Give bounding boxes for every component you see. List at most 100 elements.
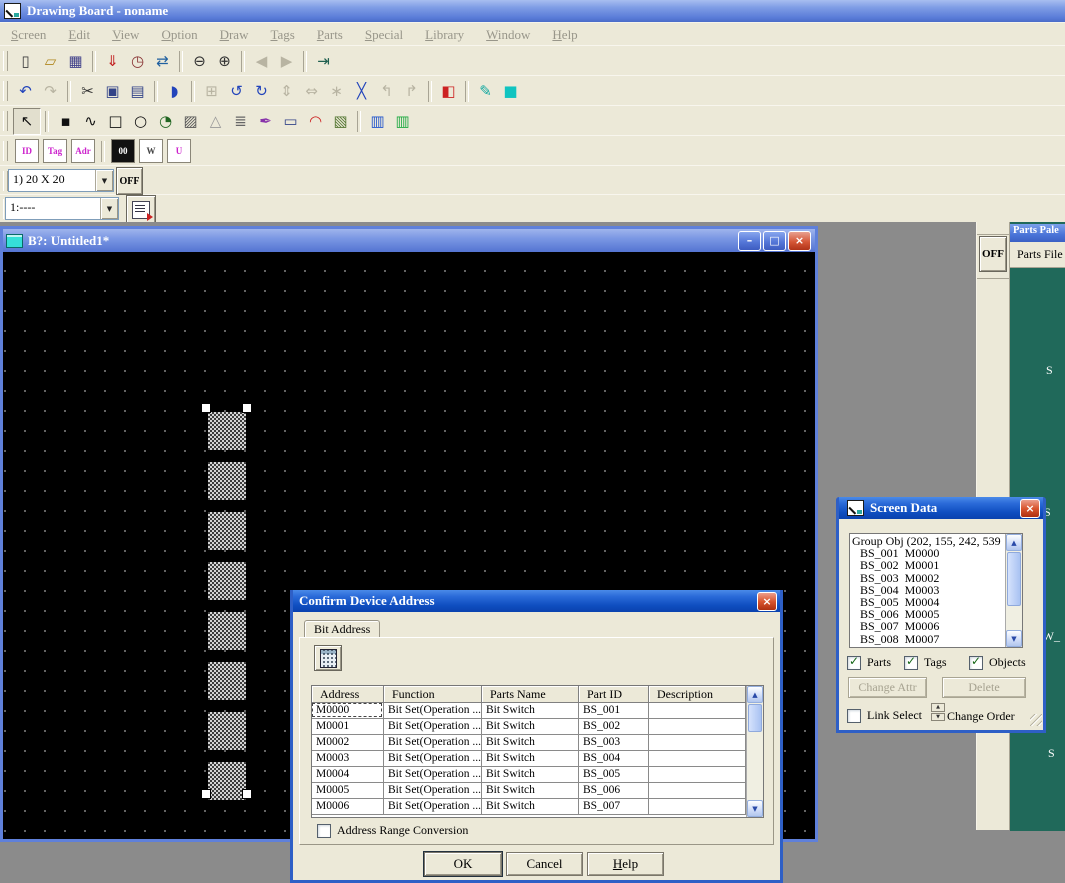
selection-handle[interactable] <box>242 403 252 413</box>
polyline-tool-button[interactable]: ∿ <box>78 109 103 133</box>
table-cell[interactable]: M0003 <box>312 751 384 767</box>
part-3d-switch-button[interactable]: ▥ <box>390 109 415 133</box>
ok-button[interactable]: OK <box>424 852 502 876</box>
chevron-down-icon[interactable]: ▼ <box>100 198 118 219</box>
paste-button[interactable]: ▤ <box>125 79 150 103</box>
link-select-checkbox[interactable] <box>847 709 861 723</box>
filter-objects[interactable]: Objects <box>969 655 1026 670</box>
address-range-conversion[interactable]: Address Range Conversion <box>317 823 468 838</box>
address-keypad-button[interactable] <box>314 645 342 671</box>
rotate-left-button[interactable]: ↺ <box>224 79 249 103</box>
tags-checkbox[interactable] <box>904 656 918 670</box>
menu-special[interactable]: Special <box>354 25 414 45</box>
shrink-button[interactable]: ∗ <box>324 79 349 103</box>
list-item[interactable]: BS_008 M0007 <box>850 633 1005 645</box>
list-item[interactable]: BS_007 M0006 <box>850 620 1005 632</box>
state-check-button[interactable]: ✎ <box>473 79 498 103</box>
table-cell[interactable]: Bit Switch <box>482 783 579 799</box>
scroll-up-icon[interactable]: ▲ <box>1006 534 1022 551</box>
menu-tags[interactable]: Tags <box>259 25 305 45</box>
palette-part-label[interactable]: S <box>1046 363 1053 378</box>
table-cell[interactable]: M0006 <box>312 799 384 815</box>
save-file-button[interactable]: ▦ <box>63 49 88 73</box>
table-row[interactable]: M0005Bit Set(Operation ...Bit SwitchBS_0… <box>312 783 746 799</box>
parts-file-header[interactable]: Parts File <box>1010 242 1065 268</box>
table-cell[interactable]: Bit Switch <box>482 703 579 719</box>
table-cell[interactable]: BS_003 <box>579 735 649 751</box>
selection-handle[interactable] <box>242 789 252 799</box>
palette-off-button[interactable]: OFF <box>979 236 1007 272</box>
table-cell[interactable]: M0002 <box>312 735 384 751</box>
text-box-tool-button[interactable]: ▭ <box>278 109 303 133</box>
list-item[interactable]: BS_003 M0002 <box>850 572 1005 584</box>
toolbar-gripper[interactable] <box>3 51 8 71</box>
bit-switch-part-bs_003[interactable] <box>208 512 246 550</box>
delete-button[interactable]: Delete <box>942 677 1026 698</box>
table-cell[interactable]: Bit Set(Operation ... <box>384 799 482 815</box>
objects-checkbox[interactable] <box>969 656 983 670</box>
menu-help[interactable]: Help <box>541 25 588 45</box>
resize-grip[interactable] <box>1030 714 1042 726</box>
toolbar-gripper[interactable] <box>3 81 8 101</box>
filter-tags[interactable]: Tags <box>904 655 947 670</box>
menu-edit[interactable]: Edit <box>57 25 101 45</box>
menu-library[interactable]: Library <box>414 25 475 45</box>
table-cell[interactable]: Bit Switch <box>482 735 579 751</box>
column-header[interactable]: Part ID <box>579 686 649 703</box>
bit-switch-part-bs_005[interactable] <box>208 612 246 650</box>
scroll-thumb[interactable] <box>1007 552 1021 606</box>
close-icon[interactable]: × <box>757 592 777 611</box>
link-select[interactable]: Link Select <box>847 708 922 723</box>
table-cell[interactable] <box>649 767 746 783</box>
copy-button[interactable]: ▣ <box>100 79 125 103</box>
state-combo[interactable]: 1:---- ▼ <box>5 197 119 220</box>
table-cell[interactable]: M0004 <box>312 767 384 783</box>
table-cell[interactable] <box>649 783 746 799</box>
table-cell[interactable]: Bit Set(Operation ... <box>384 783 482 799</box>
table-cell[interactable]: BS_006 <box>579 783 649 799</box>
table-row[interactable]: M0000Bit Set(Operation ...Bit SwitchBS_0… <box>312 703 746 719</box>
change-order-spinner[interactable]: ▲ ▼ <box>931 703 945 721</box>
toolbar-gripper[interactable] <box>3 111 8 131</box>
table-scrollbar[interactable]: ▲ ▼ <box>746 686 763 817</box>
table-cell[interactable]: Bit Switch <box>482 751 579 767</box>
spin-down-icon[interactable]: ▼ <box>931 713 945 722</box>
table-cell[interactable]: M0001 <box>312 719 384 735</box>
selection-handle[interactable] <box>201 789 211 799</box>
dot-tool-button[interactable]: ▪ <box>53 109 78 133</box>
next-screen-button[interactable]: ▶ <box>274 49 299 73</box>
show-tag-button[interactable]: Tag <box>43 139 67 163</box>
table-cell[interactable]: BS_005 <box>579 767 649 783</box>
cut-button[interactable]: ✂ <box>75 79 100 103</box>
table-cell[interactable]: Bit Set(Operation ... <box>384 719 482 735</box>
redraw-order-button[interactable] <box>126 195 156 224</box>
table-cell[interactable]: Bit Set(Operation ... <box>384 703 482 719</box>
image-tool-button[interactable]: ▧ <box>328 109 353 133</box>
scroll-down-icon[interactable]: ▼ <box>1006 630 1022 647</box>
maximize-button[interactable]: □ <box>763 231 786 251</box>
marker-tool-button[interactable]: ✒ <box>253 109 278 133</box>
arc-tool-button[interactable]: ◠ <box>303 109 328 133</box>
screen-size-combo[interactable]: 1) 20 X 20 ▼ <box>8 169 114 192</box>
bit-switch-part-bs_004[interactable] <box>208 562 246 600</box>
table-cell[interactable] <box>649 703 746 719</box>
table-row[interactable]: M0002Bit Set(Operation ...Bit SwitchBS_0… <box>312 735 746 751</box>
new-file-button[interactable]: ▯ <box>13 49 38 73</box>
table-row[interactable]: M0003Bit Set(Operation ...Bit SwitchBS_0… <box>312 751 746 767</box>
list-scrollbar[interactable]: ▲ ▼ <box>1005 534 1022 647</box>
dialog-titlebar[interactable]: Confirm Device Address × <box>293 590 780 612</box>
bit-switch-part-bs_002[interactable] <box>208 462 246 500</box>
close-icon[interactable]: × <box>788 231 811 251</box>
toolbar-gripper[interactable] <box>3 141 8 161</box>
show-address-button[interactable]: Adr <box>71 139 95 163</box>
state-square-button[interactable]: ■ <box>498 79 523 103</box>
palette-part-label[interactable]: S <box>1048 746 1055 761</box>
show-u-mark-button[interactable]: U <box>167 139 191 163</box>
menu-option[interactable]: Option <box>150 25 208 45</box>
table-row[interactable]: M0006Bit Set(Operation ...Bit SwitchBS_0… <box>312 799 746 815</box>
scale-tool-button[interactable]: ≣ <box>228 109 253 133</box>
duplicate-button[interactable]: ⊞ <box>199 79 224 103</box>
rectangle-tool-button[interactable]: □ <box>103 109 128 133</box>
open-file-button[interactable]: ▱ <box>38 49 63 73</box>
previous-screen-button[interactable]: ◀ <box>249 49 274 73</box>
